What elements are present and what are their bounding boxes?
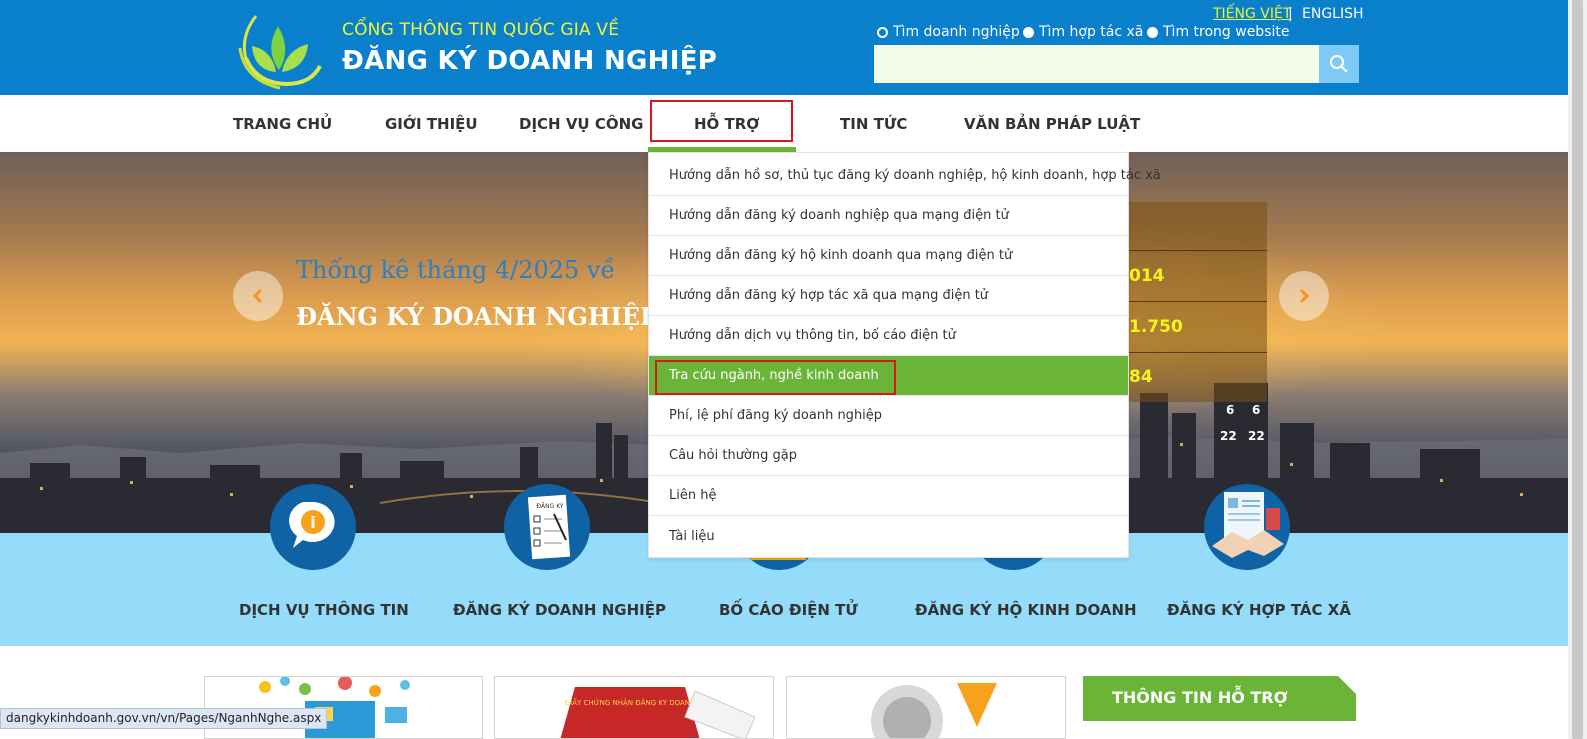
service-business-circle[interactable]: ĐĂNG KÝ — [504, 484, 590, 570]
lang-separator: | — [1288, 6, 1293, 22]
slider-title-line1: Thống kê tháng 4/2025 về — [296, 256, 616, 284]
chevron-left-icon — [252, 288, 263, 304]
page: CỔNG THÔNG TIN QUỐC GIA VỀ ĐĂNG KÝ DOANH… — [0, 0, 1587, 739]
nav-support-highlight-box — [650, 100, 793, 142]
dropdown-item-online-cooperative-guide[interactable]: Hướng dẫn đăng ký hợp tác xã qua mạng đi… — [649, 276, 1128, 316]
nav-home[interactable]: TRANG CHỦ — [233, 115, 332, 133]
stats-panel: 014 1.750 84 — [1127, 202, 1267, 402]
support-corner-fold — [1338, 676, 1356, 694]
service-label-announcement[interactable]: BỐ CÁO ĐIỆN TỬ — [719, 601, 858, 619]
page-scrollbar[interactable] — [1568, 0, 1587, 739]
dropdown-item-contact[interactable]: Liên hệ — [649, 476, 1128, 516]
service-label-household[interactable]: ĐĂNG KÝ HỘ KINH DOANH — [915, 601, 1137, 619]
nav-legal-documents[interactable]: VĂN BẢN PHÁP LUẬT — [964, 115, 1140, 133]
radio-selected-icon — [877, 26, 888, 38]
site-header: CỔNG THÔNG TIN QUỐC GIA VỀ ĐĂNG KÝ DOANH… — [0, 0, 1568, 95]
info-bubble-icon: i — [289, 502, 335, 548]
slider-prev-button[interactable] — [233, 271, 283, 321]
support-dropdown-menu: Hướng dẫn hồ sơ, thủ tục đăng ký doanh n… — [648, 152, 1161, 558]
tower-number: 22 — [1220, 429, 1237, 443]
main-nav: TRANG CHỦ GIỚI THIỆU DỊCH VỤ CÔNG HỖ TRỢ… — [0, 95, 1568, 152]
chevron-right-icon — [1299, 288, 1310, 304]
slider-title-line2: ĐĂNG KÝ DOANH NGHIỆP — [296, 302, 659, 331]
service-info-circle[interactable]: i — [270, 484, 356, 570]
stats-divider — [1127, 352, 1267, 353]
document-icon-caption: ĐĂNG KÝ — [536, 503, 564, 510]
dropdown-item-industry-lookup[interactable]: Tra cứu ngành, nghề kinh doanh — [649, 356, 1128, 396]
info-icon-letter: i — [310, 513, 315, 532]
radio-label: Tìm doanh nghiệp — [893, 24, 1020, 40]
stat-value: 1.750 — [1129, 317, 1183, 337]
site-title[interactable]: ĐĂNG KÝ DOANH NGHIỆP — [342, 46, 717, 76]
service-label-business[interactable]: ĐĂNG KÝ DOANH NGHIỆP — [453, 601, 666, 619]
slider-next-button[interactable] — [1279, 271, 1329, 321]
radio-unselected-icon — [1023, 26, 1034, 38]
scrollbar-thumb[interactable] — [1572, 0, 1583, 739]
nav-public-services[interactable]: DỊCH VỤ CÔNG — [519, 115, 643, 133]
radio-search-cooperative[interactable]: Tìm hợp tác xã — [1023, 24, 1143, 40]
registration-document-icon: ĐĂNG KÝ — [527, 494, 571, 560]
search-icon — [1330, 55, 1348, 73]
service-label-info[interactable]: DỊCH VỤ THÔNG TIN — [239, 601, 409, 619]
nav-about[interactable]: GIỚI THIỆU — [385, 115, 478, 133]
support-info-title: THÔNG TIN HỖ TRỢ — [1112, 688, 1288, 707]
dropdown-item-info-service-guide[interactable]: Hướng dẫn dịch vụ thông tin, bố cáo điện… — [649, 316, 1128, 356]
radio-search-business[interactable]: Tìm doanh nghiệp — [877, 24, 1020, 40]
radio-search-website[interactable]: Tìm trong website — [1147, 24, 1289, 40]
site-subtitle: CỔNG THÔNG TIN QUỐC GIA VỀ — [342, 20, 620, 40]
stat-value: 014 — [1129, 266, 1165, 286]
stats-divider — [1127, 301, 1267, 302]
leaf-logo-icon[interactable] — [236, 8, 322, 90]
brand-logo-image — [871, 683, 997, 738]
handshake-contract-icon — [1212, 492, 1284, 558]
radio-label: Tìm trong website — [1163, 24, 1290, 40]
dropdown-item-faq[interactable]: Câu hỏi thường gặp — [649, 436, 1128, 476]
lang-english-link[interactable]: ENGLISH — [1302, 6, 1364, 22]
stat-value: 84 — [1129, 367, 1153, 387]
dropdown-item-online-business-guide[interactable]: Hướng dẫn đăng ký doanh nghiệp qua mạng … — [649, 196, 1128, 236]
dropdown-item-online-household-guide[interactable]: Hướng dẫn đăng ký hộ kinh doanh qua mạng… — [649, 236, 1128, 276]
lang-vietnamese-link[interactable]: TIẾNG VIỆT — [1213, 6, 1291, 22]
tower-number: 6 — [1226, 403, 1235, 417]
service-cooperative-circle[interactable] — [1204, 484, 1290, 570]
stats-divider — [1127, 250, 1267, 251]
nav-news[interactable]: TIN TỨC — [840, 115, 907, 133]
browser-status-bar: dangkykinhdoanh.gov.vn/vn/Pages/NganhNgh… — [0, 708, 328, 729]
tower-number: 6 — [1252, 403, 1261, 417]
search-button[interactable] — [1319, 45, 1359, 83]
tower-number: 22 — [1248, 429, 1265, 443]
search-input[interactable] — [874, 45, 1319, 83]
news-card-2[interactable]: GIẤY CHỨNG NHẬN ĐĂNG KÝ DOANH — [494, 676, 774, 739]
news-card-3[interactable] — [786, 676, 1066, 739]
dropdown-item-procedure-guide[interactable]: Hướng dẫn hồ sơ, thủ tục đăng ký doanh n… — [649, 156, 1161, 196]
certificate-image: GIẤY CHỨNG NHẬN ĐĂNG KÝ DOANH — [560, 687, 756, 738]
service-label-cooperative[interactable]: ĐĂNG KÝ HỢP TÁC XÃ — [1167, 601, 1351, 619]
radio-unselected-icon — [1147, 26, 1158, 38]
certificate-caption: GIẤY CHỨNG NHẬN ĐĂNG KÝ DOANH — [565, 697, 696, 707]
support-info-header[interactable]: THÔNG TIN HỖ TRỢ — [1083, 676, 1356, 721]
dropdown-item-documents[interactable]: Tài liệu — [649, 516, 1128, 556]
radio-label: Tìm hợp tác xã — [1039, 24, 1144, 40]
dropdown-item-fees[interactable]: Phí, lệ phí đăng ký doanh nghiệp — [649, 396, 1128, 436]
